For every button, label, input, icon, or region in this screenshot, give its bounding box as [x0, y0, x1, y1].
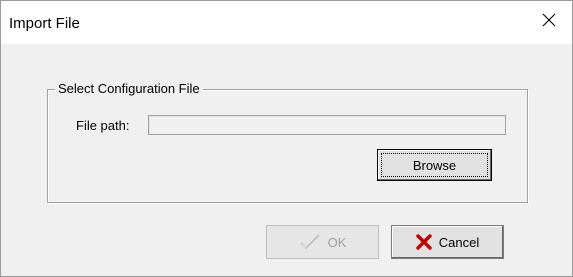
browse-button[interactable]: Browse — [377, 149, 492, 181]
groupbox-legend: Select Configuration File — [55, 81, 203, 96]
cancel-button-label: Cancel — [438, 234, 480, 250]
ok-button[interactable]: OK — [266, 225, 379, 259]
config-file-groupbox — [47, 89, 528, 203]
ok-button-label: OK — [327, 234, 347, 250]
checkmark-icon — [299, 233, 321, 251]
title-bar: Import File — [1, 1, 572, 44]
file-path-label: File path: — [76, 118, 130, 133]
browse-button-label: Browse — [412, 157, 457, 173]
red-x-icon — [416, 234, 432, 250]
close-button[interactable] — [526, 1, 572, 44]
file-path-input[interactable] — [148, 115, 506, 135]
cancel-button[interactable]: Cancel — [391, 225, 504, 259]
dialog-title: Import File — [9, 15, 80, 32]
close-icon — [542, 13, 556, 32]
import-file-dialog: Import File Select Configuration File Fi… — [0, 0, 573, 277]
